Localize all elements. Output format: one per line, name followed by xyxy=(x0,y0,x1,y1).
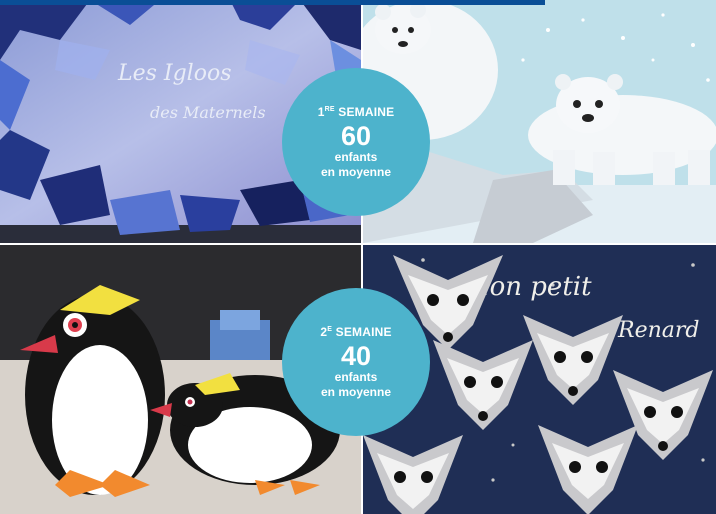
badge-caption-line2: en moyenne xyxy=(320,384,392,399)
photo-collage: Les Igloos des Maternels Mon petit Renar… xyxy=(0,0,716,514)
artwork-title-line2: Renard xyxy=(617,318,699,343)
week-ordinal-suffix: E xyxy=(327,325,333,333)
week-ordinal: 1 xyxy=(317,104,325,119)
badge-caption-line2: en moyenne xyxy=(320,164,392,179)
artwork-title-line2: des Maternels xyxy=(150,103,266,122)
week-word: SEMAINE xyxy=(335,324,392,339)
week-ordinal-suffix: RE xyxy=(324,105,335,113)
children-count: 60 xyxy=(340,120,372,151)
children-count: 40 xyxy=(340,340,372,371)
week-2-badge: 2E SEMAINE 40 enfants en moyenne xyxy=(282,288,430,436)
week-1-badge: 1RE SEMAINE 60 enfants en moyenne xyxy=(282,68,430,216)
top-accent-bar xyxy=(0,0,545,5)
week-label: 1RE SEMAINE xyxy=(318,105,395,119)
week-word: SEMAINE xyxy=(338,104,395,119)
badge-caption-line1: enfants xyxy=(334,369,378,384)
artwork-title-line1: Les Igloos xyxy=(117,61,232,86)
badge-caption-line1: enfants xyxy=(334,149,378,164)
week-label: 2E SEMAINE xyxy=(320,325,391,339)
